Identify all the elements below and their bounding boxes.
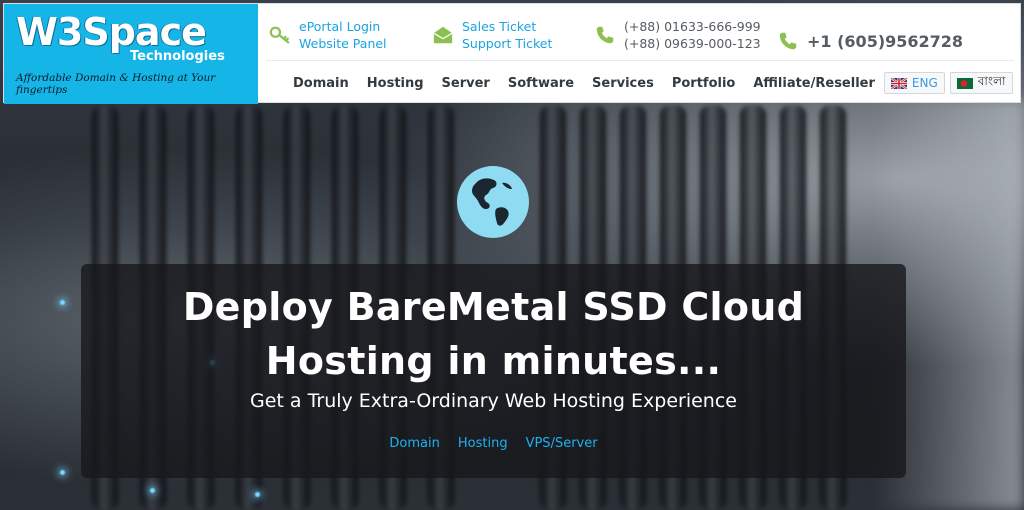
eportal-contact: ePortal Login Website Panel [269, 18, 387, 52]
header-divider [266, 60, 1014, 61]
sales-ticket-link[interactable]: Sales Ticket [462, 19, 552, 34]
envelope-icon [433, 26, 453, 44]
language-bangla-label: বাংলা [977, 74, 1006, 88]
bangladesh-flag-icon [956, 77, 973, 89]
eportal-login-link[interactable]: ePortal Login [299, 19, 387, 34]
us-phone-number[interactable]: +1 (605)9562728 [807, 33, 963, 49]
language-english-label: ENG [911, 76, 938, 90]
logo[interactable]: W3Space Technologies Affordable Domain &… [4, 4, 258, 104]
server-led [60, 300, 65, 305]
server-led [60, 470, 65, 475]
main-nav: Domain Hosting Server Software Services … [293, 72, 1018, 94]
server-led [255, 492, 260, 497]
hero-title-line-2: Hosting in minutes... [265, 339, 722, 383]
language-bangla-button[interactable]: বাংলা [949, 72, 1013, 94]
logo-tagline: Affordable Domain & Hosting at Your fing… [16, 72, 216, 96]
hero-link-hosting[interactable]: Hosting [458, 436, 508, 451]
phone-number-1[interactable]: (+88) 01633-666-999 [624, 19, 761, 34]
logo-wordmark: W3Space [16, 10, 207, 54]
bd-phone-contact: (+88) 01633-666-999 (+88) 09639-000-123 [594, 18, 761, 52]
nav-item-affiliate-reseller[interactable]: Affiliate/Reseller [753, 76, 875, 91]
nav-item-domain[interactable]: Domain [293, 76, 349, 91]
phone-icon [779, 32, 797, 50]
phone-icon [596, 26, 614, 44]
hero-panel: Deploy BareMetal SSD Cloud Hosting in mi… [81, 264, 906, 478]
nav-item-server[interactable]: Server [442, 76, 490, 91]
hero-link-vps-server[interactable]: VPS/Server [526, 436, 598, 451]
website-panel-link[interactable]: Website Panel [299, 36, 387, 51]
nav-item-portfolio[interactable]: Portfolio [672, 76, 736, 91]
hero-subtitle: Get a Truly Extra-Ordinary Web Hosting E… [249, 390, 737, 412]
hero-link-domain[interactable]: Domain [389, 436, 439, 451]
phone-number-2[interactable]: (+88) 09639-000-123 [624, 36, 761, 51]
nav-item-hosting[interactable]: Hosting [367, 76, 424, 91]
support-ticket-link[interactable]: Support Ticket [462, 36, 552, 51]
site-header: W3Space Technologies Affordable Domain &… [3, 3, 1021, 104]
nav-item-services[interactable]: Services [592, 76, 654, 91]
hero-title-line-1: Deploy BareMetal SSD Cloud [182, 285, 805, 329]
us-phone-contact: +1 (605)9562728 [777, 24, 963, 58]
logo-subtitle: Technologies [130, 49, 225, 64]
hero-links: Domain Hosting VPS/Server [81, 436, 906, 451]
uk-flag-icon [890, 77, 907, 89]
globe-icon [457, 166, 529, 238]
server-led [150, 488, 155, 493]
key-icon [269, 26, 290, 44]
nav-item-software[interactable]: Software [508, 76, 574, 91]
ticket-contact: Sales Ticket Support Ticket [432, 18, 552, 52]
language-english-button[interactable]: ENG [883, 72, 945, 94]
hero-title: Deploy BareMetal SSD Cloud Hosting in mi… [81, 280, 906, 388]
